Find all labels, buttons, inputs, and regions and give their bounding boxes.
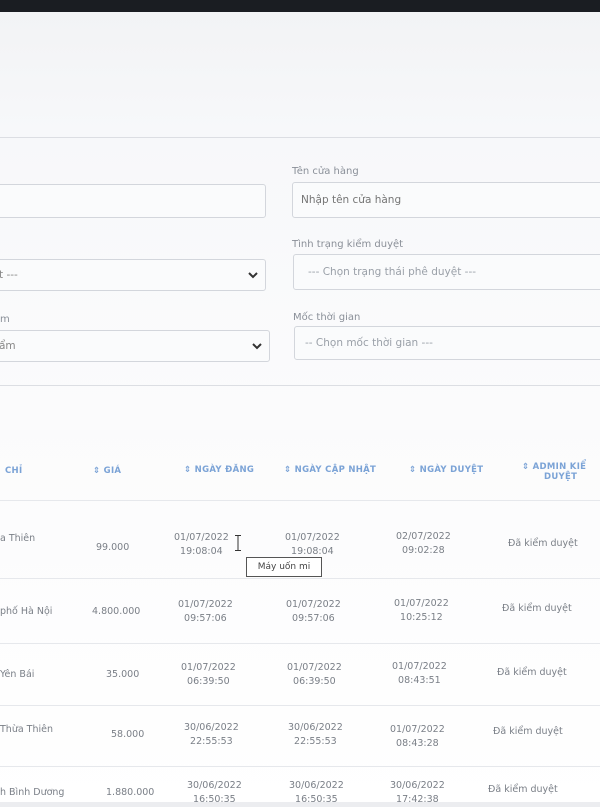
cell-status: Đã kiểm duyệt <box>508 538 578 549</box>
left-select-1[interactable]: t --- <box>0 259 266 291</box>
cell-approved-date: 02/07/2022 09:02:28 <box>396 530 451 558</box>
approved-date-value: 30/06/2022 <box>390 780 445 791</box>
cell-approved-date: 01/07/2022 10:25:12 <box>394 597 449 625</box>
approval-status-placeholder: --- Chọn trạng thái phê duyệt --- <box>308 266 477 278</box>
cell-address: h Bình Dương <box>0 787 65 798</box>
cell-updated-date: 01/07/2022 19:08:04 <box>285 531 340 559</box>
cell-status: Đã kiểm duyệt <box>497 667 567 678</box>
text-cursor-icon <box>235 535 241 551</box>
posted-time-value: 19:08:04 <box>180 546 223 557</box>
updated-time-value: 09:57:06 <box>292 613 335 624</box>
approved-time-value: 17:42:38 <box>396 794 439 805</box>
cell-price: 4.800.000 <box>92 606 141 617</box>
row-divider <box>0 643 600 644</box>
product-name-tooltip: Máy uốn mi <box>246 557 322 577</box>
store-name-input[interactable] <box>292 182 600 218</box>
cell-price: 35.000 <box>106 669 140 680</box>
approved-date-value: 01/07/2022 <box>392 661 447 672</box>
left-select-2[interactable]: ẩm <box>0 330 270 362</box>
chevron-down-icon <box>252 343 262 350</box>
cell-posted-date: 01/07/2022 19:08:04 <box>174 531 229 559</box>
cell-posted-date: 30/06/2022 22:55:53 <box>184 721 239 749</box>
posted-time-value: 22:55:53 <box>190 736 233 747</box>
cell-posted-date: 30/06/2022 16:50:35 <box>187 779 242 807</box>
posted-date-value: 30/06/2022 <box>184 722 239 733</box>
left-select-1-value: t --- <box>0 269 18 281</box>
approved-date-value: 01/07/2022 <box>390 724 445 735</box>
cell-updated-date: 30/06/2022 22:55:53 <box>288 721 343 749</box>
col-header-price[interactable]: ⇕ GIÁ <box>93 466 121 476</box>
approved-time-value: 10:25:12 <box>400 612 443 623</box>
time-milestone-select[interactable]: -- Chọn mốc thời gian --- <box>294 326 600 360</box>
cell-address: phố Hà Nội <box>0 606 53 617</box>
updated-date-value: 01/07/2022 <box>286 599 341 610</box>
posted-date-value: 01/07/2022 <box>178 599 233 610</box>
approval-status-select[interactable]: --- Chọn trạng thái phê duyệt --- <box>293 254 600 290</box>
approved-time-value: 08:43:51 <box>398 675 441 686</box>
cell-status: Đã kiểm duyệt <box>502 603 572 614</box>
cell-updated-date: 30/06/2022 16:50:35 <box>289 779 344 807</box>
posted-time-value: 16:50:35 <box>193 794 236 805</box>
cell-posted-date: 01/07/2022 06:39:50 <box>181 661 236 689</box>
updated-date-value: 01/07/2022 <box>285 532 340 543</box>
cell-address: Thừa Thiên <box>0 724 54 735</box>
cell-approved-date: 01/07/2022 08:43:51 <box>392 660 447 688</box>
cell-approved-date: 30/06/2022 17:42:38 <box>390 779 445 807</box>
col-header-address[interactable]: CHỈ <box>5 466 22 476</box>
cell-updated-date: 01/07/2022 09:57:06 <box>286 598 341 626</box>
cell-price: 1.880.000 <box>106 787 155 798</box>
filter-bottom-divider <box>0 385 600 386</box>
cell-status: Đã kiểm duyệt <box>493 726 563 737</box>
updated-date-value: 30/06/2022 <box>288 722 343 733</box>
posted-time-value: 09:57:06 <box>184 613 227 624</box>
cell-price: 99.000 <box>96 542 130 553</box>
left-select-2-value: ẩm <box>0 340 16 352</box>
col-header-admin-line1: ⇕ ADMIN KIỂ <box>522 462 587 472</box>
row-divider <box>0 705 600 706</box>
filter-top-divider <box>0 137 600 138</box>
approved-time-value: 09:02:28 <box>402 545 445 556</box>
time-milestone-placeholder: -- Chọn mốc thời gian --- <box>305 337 433 349</box>
cell-approved-date: 01/07/2022 08:43:28 <box>390 723 445 751</box>
col-header-admin[interactable]: ⇕ ADMIN KIỂ DUYỆT <box>522 462 586 482</box>
updated-time-value: 22:55:53 <box>294 736 337 747</box>
cell-address: Yên Bái <box>0 669 35 680</box>
updated-time-value: 16:50:35 <box>295 794 338 805</box>
left-select-2-label: m <box>0 314 10 325</box>
time-milestone-label: Mốc thời gian <box>293 312 361 323</box>
col-header-admin-line2: DUYỆT <box>544 472 578 482</box>
store-name-label: Tên cửa hàng <box>292 166 359 177</box>
approval-status-label: Tình trạng kiểm duyệt <box>292 239 404 250</box>
col-header-posted-date[interactable]: ⇕ NGÀY ĐĂNG <box>184 465 254 475</box>
cell-address: a Thiên <box>0 533 36 544</box>
approved-time-value: 08:43:28 <box>396 738 439 749</box>
posted-time-value: 06:39:50 <box>187 676 230 687</box>
updated-date-value: 30/06/2022 <box>289 780 344 791</box>
updated-time-value: 06:39:50 <box>293 676 336 687</box>
posted-date-value: 30/06/2022 <box>187 780 242 791</box>
col-header-approved-date[interactable]: ⇕ NGÀY DUYỆT <box>409 465 483 475</box>
table-header-divider <box>0 500 600 501</box>
cell-status: Đã kiểm duyệt <box>488 784 558 795</box>
posted-date-value: 01/07/2022 <box>181 662 236 673</box>
approved-date-value: 02/07/2022 <box>396 531 451 542</box>
cell-updated-date: 01/07/2022 06:39:50 <box>287 661 342 689</box>
row-divider <box>0 578 600 579</box>
approved-date-value: 01/07/2022 <box>394 598 449 609</box>
left-text-input[interactable] <box>0 184 266 218</box>
posted-date-value: 01/07/2022 <box>174 532 229 543</box>
row-divider <box>0 766 600 767</box>
col-header-updated-date[interactable]: ⇕ NGÀY CẬP NHẬT <box>284 465 376 475</box>
screen-top-bezel <box>0 0 600 12</box>
chevron-down-icon <box>248 272 258 279</box>
cell-price: 58.000 <box>111 729 145 740</box>
cell-posted-date: 01/07/2022 09:57:06 <box>178 598 233 626</box>
updated-date-value: 01/07/2022 <box>287 662 342 673</box>
